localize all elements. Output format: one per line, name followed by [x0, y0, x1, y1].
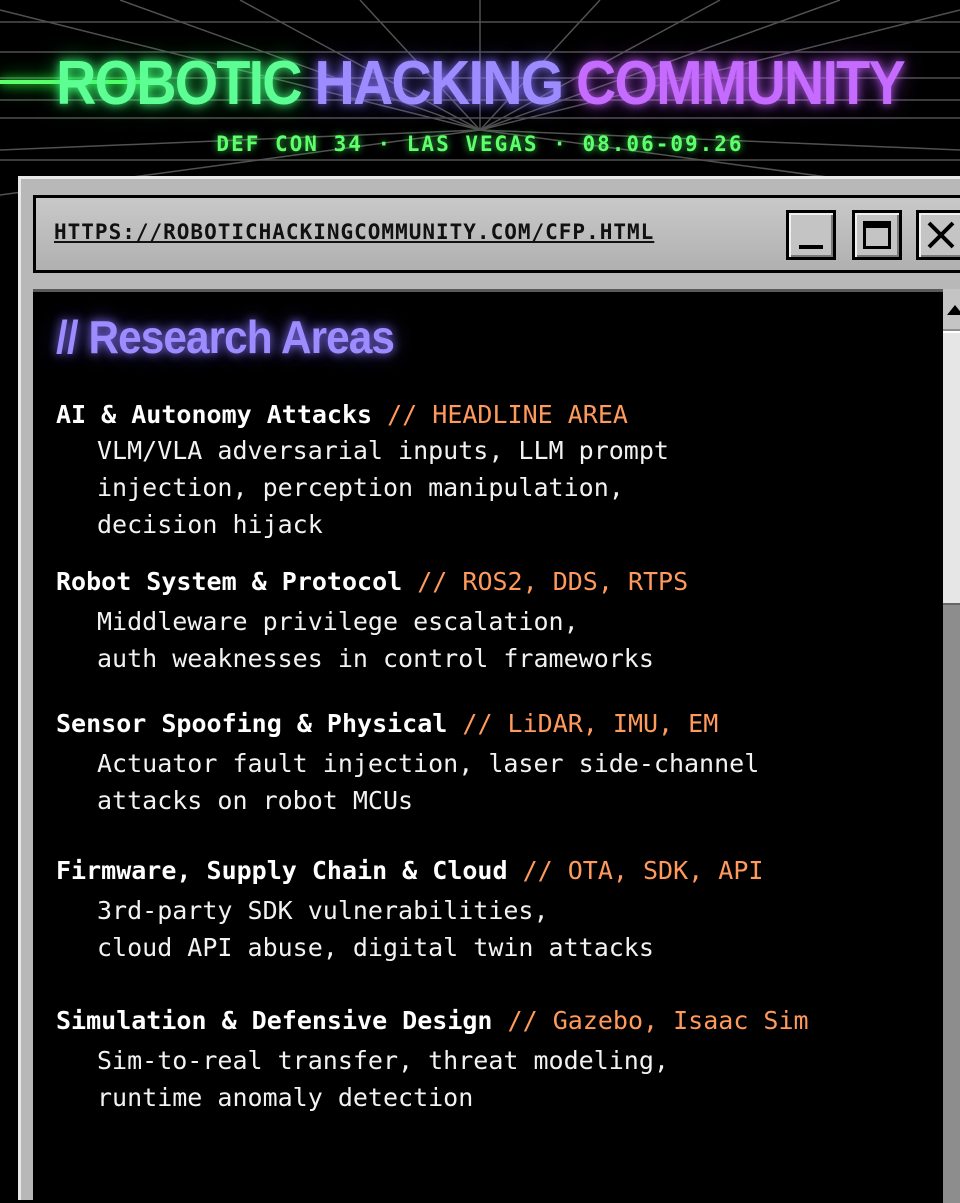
- minimize-button[interactable]: [786, 210, 836, 260]
- area-desc-line: 3rd-party SDK vulnerabilities,: [97, 896, 549, 925]
- area-tag: // Gazebo, Isaac Sim: [492, 1006, 809, 1035]
- research-area-firmware: Firmware, Supply Chain & Cloud // OTA, S…: [56, 854, 763, 966]
- close-icon: [927, 221, 955, 249]
- area-desc-line: auth weaknesses in control frameworks: [97, 644, 654, 673]
- community-title: ROBOTIC HACKING COMMUNITY: [48, 48, 912, 119]
- area-desc-line: Sim-to-real transfer, threat modeling,: [97, 1046, 669, 1075]
- research-areas-heading: // Research Areas: [56, 311, 395, 363]
- scrollbar[interactable]: [943, 289, 960, 1203]
- area-tag: // ROS2, DDS, RTPS: [402, 567, 689, 596]
- title-robotic: ROBOTIC: [56, 49, 302, 118]
- area-tag: // HEADLINE AREA: [372, 400, 628, 429]
- area-desc-line: cloud API abuse, digital twin attacks: [97, 933, 654, 962]
- area-desc-line: decision hijack: [97, 510, 323, 539]
- research-area-ai-autonomy: AI & Autonomy Attacks // HEADLINE AREA V…: [56, 398, 669, 543]
- area-tag: // LiDAR, IMU, EM: [447, 709, 719, 738]
- title-hacking: HACKING: [314, 49, 565, 118]
- research-area-simulation: Simulation & Defensive Design // Gazebo,…: [56, 1004, 809, 1116]
- area-desc-line: VLM/VLA adversarial inputs, LLM prompt: [97, 436, 669, 465]
- window-titlebar: HTTPS://ROBOTICHACKINGCOMMUNITY.COM/CFP.…: [33, 195, 960, 273]
- scroll-up-arrow-icon[interactable]: [943, 289, 960, 329]
- area-desc-line: Middleware privilege escalation,: [97, 607, 579, 636]
- area-name: Simulation & Defensive Design: [56, 1006, 493, 1035]
- area-name: Sensor Spoofing & Physical: [56, 709, 448, 738]
- event-subtitle: DEF CON 34 · LAS VEGAS · 08.06-09.26: [216, 132, 744, 156]
- area-desc-line: injection, perception manipulation,: [97, 473, 624, 502]
- close-button[interactable]: [916, 210, 960, 260]
- area-desc-line: Actuator fault injection, laser side-cha…: [97, 749, 760, 778]
- scroll-thumb[interactable]: [943, 331, 960, 605]
- url-link[interactable]: HTTPS://ROBOTICHACKINGCOMMUNITY.COM/CFP.…: [54, 220, 654, 244]
- maximize-button[interactable]: [852, 210, 902, 260]
- area-tag: // OTA, SDK, API: [507, 856, 764, 885]
- area-desc-line: runtime anomaly detection: [97, 1083, 474, 1112]
- area-name: Robot System & Protocol: [56, 567, 403, 596]
- area-name: Firmware, Supply Chain & Cloud: [56, 856, 508, 885]
- title-community: COMMUNITY: [576, 49, 906, 118]
- area-desc-line: attacks on robot MCUs: [97, 786, 414, 815]
- research-area-robot-system: Robot System & Protocol // ROS2, DDS, RT…: [56, 565, 688, 677]
- research-area-sensor-spoofing: Sensor Spoofing & Physical // LiDAR, IMU…: [56, 707, 759, 819]
- area-name: AI & Autonomy Attacks: [56, 400, 373, 429]
